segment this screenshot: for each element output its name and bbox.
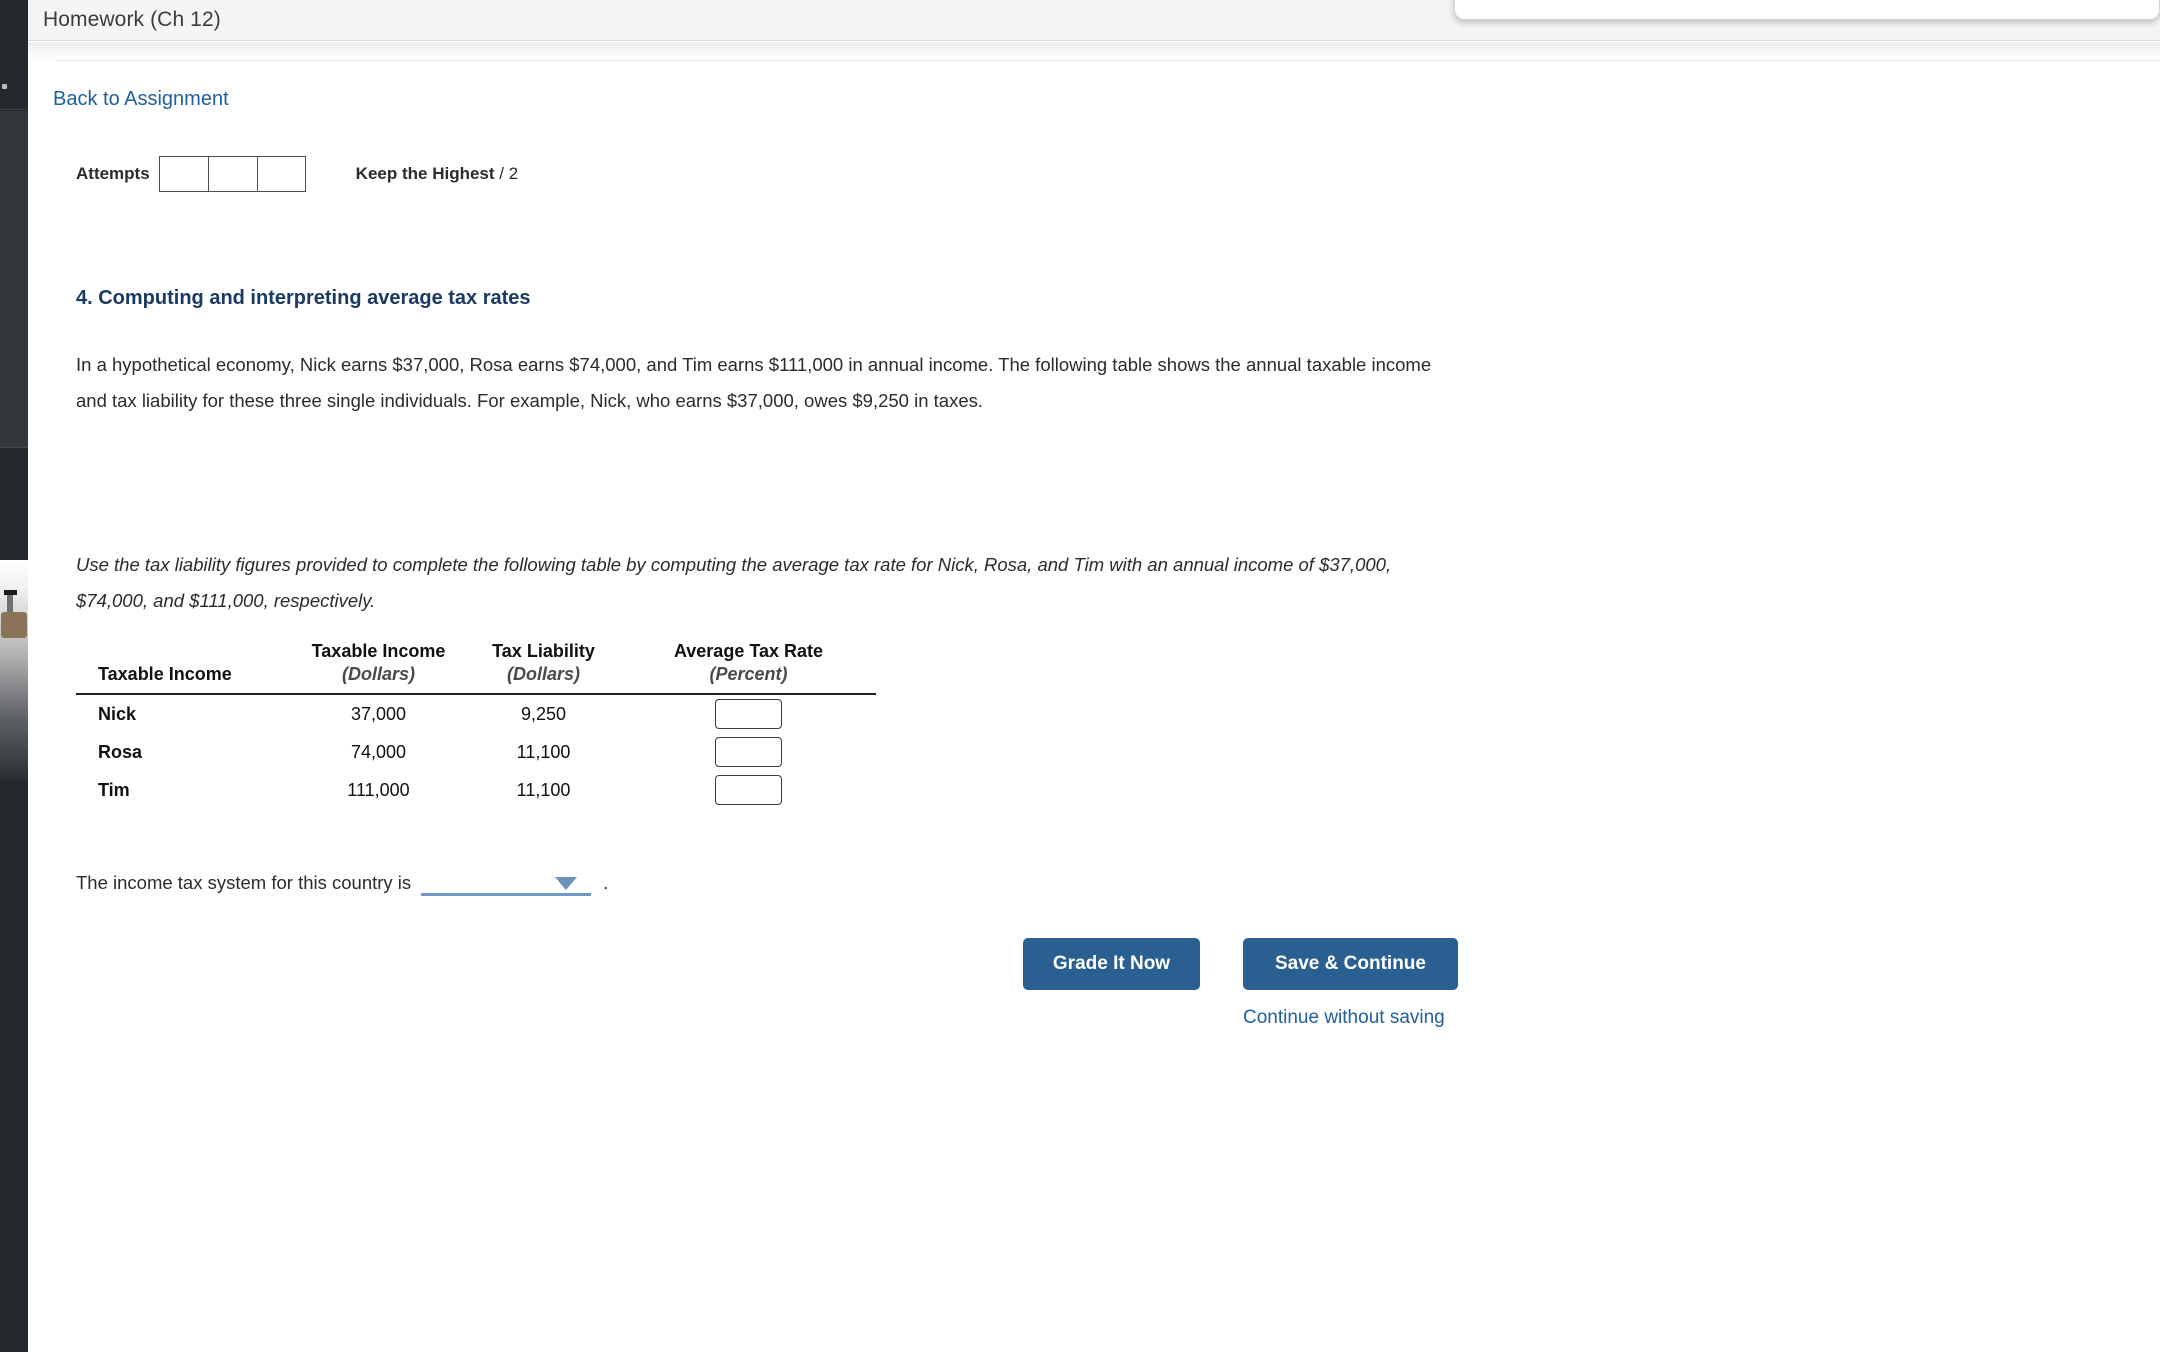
row-name-nick: Nick — [98, 703, 137, 724]
row-taxable-income-tim: 111,000 — [347, 779, 410, 800]
rail-thumbnail-preview — [0, 560, 28, 780]
row-tax-liability-nick: 9,250 — [520, 703, 567, 724]
back-to-assignment-link[interactable]: Back to Assignment — [53, 88, 229, 111]
row-name-rosa: Rosa — [98, 741, 143, 762]
row-average-tax-rate-cell-nick — [621, 695, 876, 733]
keep-highest-text: Keep the Highest — [355, 164, 495, 183]
rail-indicator-dot — [2, 84, 7, 89]
save-and-continue-button[interactable]: Save & Continue — [1243, 938, 1458, 990]
header-sub-percent: (Percent) — [709, 664, 788, 684]
average-tax-rate-input-nick[interactable] — [715, 699, 782, 729]
table-header-sub-row: Taxable Income (Dollars) (Dollars) (Perc… — [76, 664, 876, 694]
rail-segment-bottom — [0, 780, 28, 1352]
average-tax-rate-input-rosa[interactable] — [715, 737, 782, 767]
thumbnail-object-shape — [1, 612, 27, 638]
floating-popup-panel — [1454, 0, 2160, 20]
attempts-label: Attempts — [76, 164, 150, 183]
main-content-area: Back to Assignment Attempts Keep the Hig… — [28, 62, 2160, 1352]
row-average-tax-rate-cell-tim — [621, 771, 876, 809]
header-top-taxable-income: Taxable Income — [311, 641, 446, 661]
header-sub-dollars-liability: (Dollars) — [506, 664, 580, 684]
header-top-tax-liability: Tax Liability — [492, 641, 595, 661]
row-name-tim: Tim — [98, 779, 130, 800]
rail-segment-middle — [0, 111, 28, 448]
header-divider-line — [55, 60, 2160, 61]
attempt-box-3 — [256, 156, 306, 192]
header-top-average-tax-rate: Average Tax Rate — [673, 641, 824, 661]
header-sub-taxable-income-label: Taxable Income — [98, 664, 232, 684]
attempt-box-1 — [158, 156, 208, 192]
row-tax-liability-rosa: 11,100 — [516, 741, 571, 762]
row-taxable-income-nick: 37,000 — [350, 703, 407, 724]
chevron-down-icon — [555, 877, 578, 890]
header-top-blank — [76, 634, 291, 664]
keep-highest-separator: / — [499, 164, 504, 183]
tax-system-lead-text: The income tax system for this country i… — [76, 872, 412, 893]
average-tax-rate-input-tim[interactable] — [715, 775, 782, 805]
tax-system-dropdown[interactable] — [421, 870, 592, 896]
grade-it-now-button[interactable]: Grade It Now — [1023, 938, 1200, 990]
tax-rate-table: Taxable Income Tax Liability Average Tax… — [76, 634, 876, 809]
question-heading: 4. Computing and interpreting average ta… — [76, 287, 531, 309]
header-sub-dollars-income: (Dollars) — [341, 664, 415, 684]
tax-system-period: . — [603, 872, 609, 893]
keep-the-highest-label: Keep the Highest / 2 — [356, 164, 519, 184]
page-title: Homework (Ch 12) — [43, 8, 221, 31]
thumbnail-pole-shape — [7, 592, 13, 614]
table-row: Rosa 74,000 11,100 — [76, 733, 876, 771]
question-intro-paragraph: In a hypothetical economy, Nick earns $3… — [76, 354, 1432, 411]
browser-left-rail — [0, 0, 28, 1352]
keep-highest-value: 2 — [508, 164, 519, 183]
thumbnail-cap-shape — [4, 590, 17, 595]
attempts-row: Attempts Keep the Highest / 2 — [76, 155, 518, 193]
header-gradient-strip — [28, 42, 2160, 62]
rail-segment-top — [0, 0, 28, 110]
row-tax-liability-tim: 11,100 — [516, 779, 571, 800]
table-header-top-row: Taxable Income Tax Liability Average Tax… — [76, 634, 876, 664]
tax-system-sentence: The income tax system for this country i… — [76, 870, 608, 896]
question-instruction-paragraph: Use the tax liability figures provided t… — [76, 554, 1392, 611]
row-average-tax-rate-cell-rosa — [621, 733, 876, 771]
continue-without-saving-link[interactable]: Continue without saving — [1243, 1007, 1445, 1029]
attempt-box-2 — [207, 156, 257, 192]
table-row: Tim 111,000 11,100 — [76, 771, 876, 809]
row-taxable-income-rosa: 74,000 — [350, 741, 407, 762]
table-row: Nick 37,000 9,250 — [76, 695, 876, 733]
